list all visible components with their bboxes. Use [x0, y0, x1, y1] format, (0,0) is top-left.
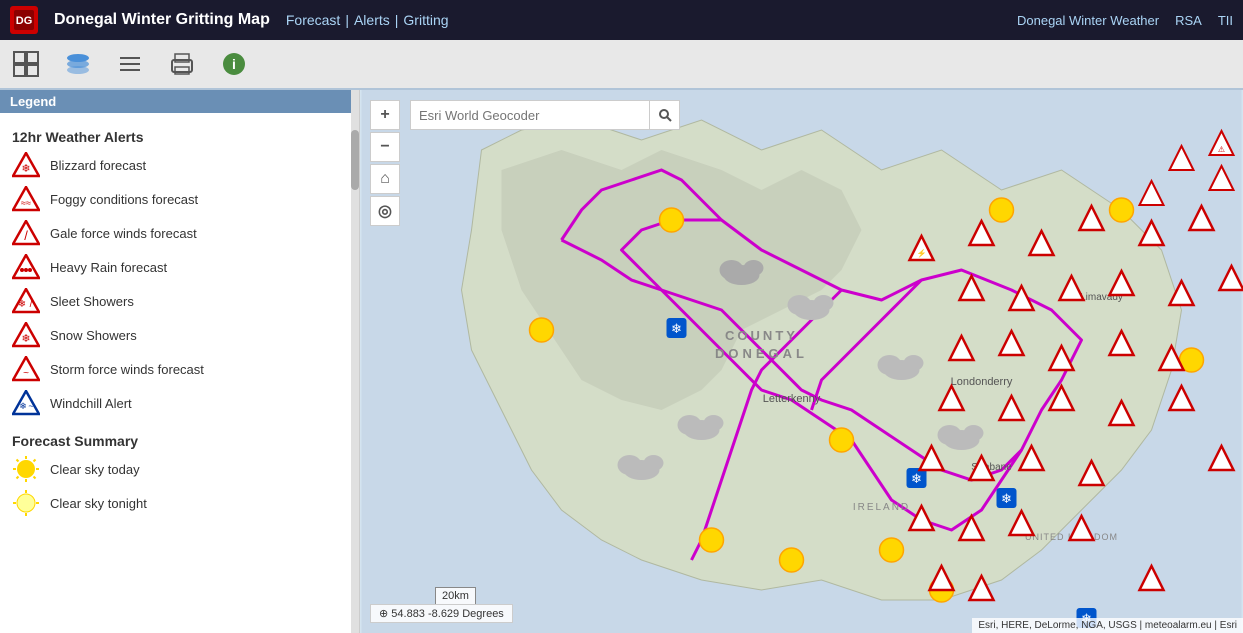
header-link-tii[interactable]: TII: [1218, 13, 1233, 28]
nav-gritting[interactable]: Gritting: [403, 12, 448, 28]
header-link-rsa[interactable]: RSA: [1175, 13, 1202, 28]
snow-label: Snow Showers: [50, 328, 137, 343]
coordinates-display: ⊕ 54.883 -8.629 Degrees: [370, 604, 513, 623]
heavy-rain-label: Heavy Rain forecast: [50, 260, 167, 275]
svg-text:DG: DG: [16, 15, 33, 27]
legend-clear-today: Clear sky today: [12, 455, 347, 483]
blizzard-label: Blizzard forecast: [50, 158, 146, 173]
search-input[interactable]: [410, 100, 650, 130]
foggy-label: Foggy conditions forecast: [50, 192, 198, 207]
heavy-rain-icon: [12, 253, 40, 281]
search-bar: [410, 100, 680, 130]
legend-gale: / Gale force winds forecast: [12, 219, 347, 247]
svg-text:COUNTY: COUNTY: [725, 328, 798, 343]
coordinates-text: ⊕: [379, 608, 388, 620]
sleet-label: Sleet Showers: [50, 294, 134, 309]
svg-text:❄: ❄: [1001, 491, 1012, 506]
header: DG Donegal Winter Gritting Map Forecast …: [0, 0, 1243, 40]
header-right-links: Donegal Winter Weather RSA TII: [1017, 13, 1233, 28]
svg-text:Londonderry: Londonderry: [951, 376, 1013, 388]
sleet-icon: ❄ /: [12, 287, 40, 315]
sidebar-scrollbar[interactable]: [351, 90, 359, 633]
legend-storm: ~ Storm force winds forecast: [12, 355, 347, 383]
foggy-icon: ≈≈: [12, 185, 40, 213]
print-icon[interactable]: [166, 48, 198, 80]
sidebar: Legend 12hr Weather Alerts ❄ Blizzard fo…: [0, 90, 360, 633]
legend-sleet: ❄ / Sleet Showers: [12, 287, 347, 315]
legend-snow: ❄ Snow Showers: [12, 321, 347, 349]
nav-forecast[interactable]: Forecast: [286, 12, 340, 28]
gale-label: Gale force winds forecast: [50, 226, 197, 241]
blizzard-icon: ❄: [12, 151, 40, 179]
svg-text:IRELAND: IRELAND: [853, 502, 910, 513]
zoom-in-button[interactable]: +: [370, 100, 400, 130]
legend-header: Legend: [0, 90, 359, 113]
svg-text:~: ~: [23, 368, 29, 379]
nav-alerts[interactable]: Alerts: [354, 12, 390, 28]
svg-text:⚡: ⚡: [917, 248, 927, 258]
forecast-section-title: Forecast Summary: [12, 433, 347, 449]
toolbar: i: [0, 40, 1243, 90]
gale-icon: /: [12, 219, 40, 247]
main-nav: Forecast | Alerts | Gritting: [286, 12, 449, 28]
windchill-label: Windchill Alert: [50, 396, 132, 411]
clear-today-icon: [12, 455, 40, 483]
clear-today-label: Clear sky today: [50, 462, 140, 477]
clear-tonight-label: Clear sky tonight: [50, 496, 147, 511]
svg-text:❄: ❄: [21, 163, 30, 175]
grid-icon[interactable]: [10, 48, 42, 80]
search-button[interactable]: [650, 100, 680, 130]
info-icon[interactable]: i: [218, 48, 250, 80]
main-layout: Legend 12hr Weather Alerts ❄ Blizzard fo…: [0, 90, 1243, 633]
layers-icon[interactable]: [62, 48, 94, 80]
svg-text:❄: ❄: [21, 333, 30, 345]
scale-bar: 20km: [435, 587, 476, 605]
map-controls: + − ⌂ ◎: [370, 100, 400, 226]
map-svg: COUNTY DONEGAL Letterkenny Londonderry S…: [360, 90, 1243, 633]
svg-text:~: ~: [28, 401, 33, 411]
svg-text:/: /: [24, 228, 28, 243]
list-icon[interactable]: [114, 48, 146, 80]
snow-icon: ❄: [12, 321, 40, 349]
locate-button[interactable]: ◎: [370, 196, 400, 226]
legend-heavy-rain: Heavy Rain forecast: [12, 253, 347, 281]
scrollbar-thumb[interactable]: [351, 130, 359, 190]
header-link-weather[interactable]: Donegal Winter Weather: [1017, 13, 1159, 28]
legend-label: Legend: [10, 94, 56, 109]
svg-text:Letterkenny: Letterkenny: [763, 393, 821, 405]
svg-text:≈≈: ≈≈: [21, 198, 31, 208]
legend-content: 12hr Weather Alerts ❄ Blizzard forecast …: [0, 113, 359, 531]
legend-foggy: ≈≈ Foggy conditions forecast: [12, 185, 347, 213]
legend-clear-tonight: Clear sky tonight: [12, 489, 347, 517]
storm-label: Storm force winds forecast: [50, 362, 204, 377]
svg-text:❄: ❄: [671, 321, 682, 336]
map-container[interactable]: COUNTY DONEGAL Letterkenny Londonderry S…: [360, 90, 1243, 633]
zoom-out-button[interactable]: −: [370, 132, 400, 162]
storm-icon: ~: [12, 355, 40, 383]
svg-text:❄: ❄: [19, 401, 27, 411]
legend-blizzard: ❄ Blizzard forecast: [12, 151, 347, 179]
svg-text:❄: ❄: [18, 299, 26, 310]
map-attribution: Esri, HERE, DeLorme, NGA, USGS | meteoal…: [972, 618, 1243, 633]
app-title: Donegal Winter Gritting Map: [54, 11, 270, 29]
home-button[interactable]: ⌂: [370, 164, 400, 194]
alerts-section-title: 12hr Weather Alerts: [12, 129, 347, 145]
app-logo: DG: [10, 6, 38, 34]
svg-text:DONEGAL: DONEGAL: [715, 346, 808, 361]
search-icon: [658, 108, 672, 122]
svg-text:❄: ❄: [911, 471, 922, 486]
legend-windchill: ❄ ~ Windchill Alert: [12, 389, 347, 417]
svg-text:/: /: [30, 299, 33, 310]
windchill-icon: ❄ ~: [12, 389, 40, 417]
svg-text:i: i: [232, 56, 236, 72]
coordinates-value: 54.883 -8.629 Degrees: [391, 608, 504, 620]
svg-text:⚠: ⚠: [1218, 145, 1225, 154]
clear-tonight-icon: [12, 489, 40, 517]
